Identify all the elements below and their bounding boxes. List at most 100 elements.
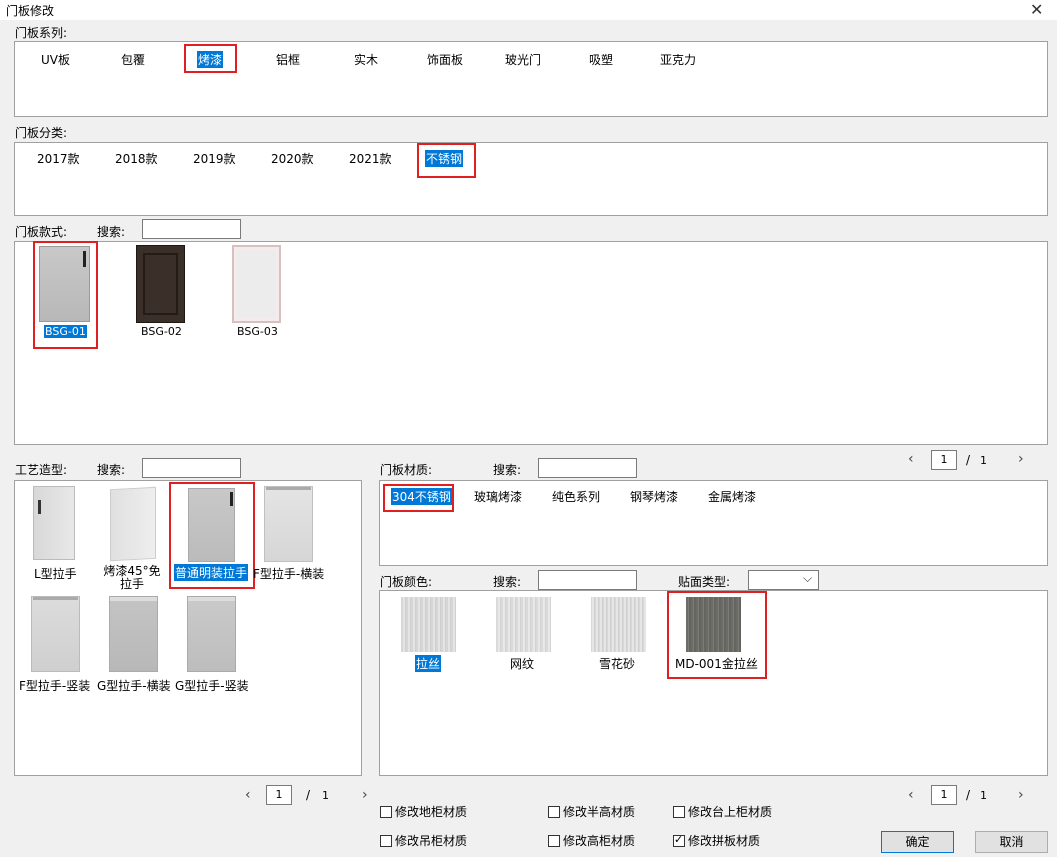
checkbox-label: 修改高柜材质: [563, 834, 636, 848]
craft-label: 工艺造型:: [15, 463, 68, 477]
craft-caption-f-h[interactable]: F型拉手-横装: [253, 565, 324, 582]
color-search-input[interactable]: [538, 570, 637, 590]
craft-caption-45[interactable]: 烤漆45°免拉手: [99, 565, 165, 591]
series-item-shimu[interactable]: 实木: [354, 51, 378, 68]
checkbox-label: 修改台上柜材质: [688, 805, 773, 819]
color-thumb-lasi[interactable]: [401, 597, 456, 652]
series-item-uv[interactable]: UV板: [41, 51, 70, 68]
title-bar: [0, 0, 1057, 20]
series-item-shimianban[interactable]: 饰面板: [427, 51, 463, 68]
series-label: 门板系列:: [15, 26, 68, 40]
style-search-input[interactable]: [142, 219, 241, 239]
checkbox-box[interactable]: [673, 805, 685, 818]
color-page-total: 1: [980, 789, 987, 802]
cancel-button[interactable]: 取消: [975, 831, 1048, 853]
series-item-baofu[interactable]: 包覆: [121, 51, 145, 68]
handle-icon: [38, 500, 41, 514]
color-thumb-xuehuasha[interactable]: [591, 597, 646, 652]
style-page-input[interactable]: 1: [931, 450, 957, 470]
category-panel: [14, 142, 1048, 216]
chevron-right-icon[interactable]: ›: [1018, 787, 1024, 803]
checkbox-box[interactable]: [380, 834, 392, 847]
craft-thumb-f-h[interactable]: [264, 486, 313, 562]
material-search-label: 搜索:: [493, 463, 522, 477]
finish-type-label: 贴面类型:: [678, 575, 731, 589]
checkbox-label: 修改拼板材质: [688, 834, 761, 848]
craft-page-input[interactable]: 1: [266, 785, 292, 805]
panel-inset-icon: [237, 250, 276, 318]
checkbox-tall-cabinet[interactable]: 修改高柜材质: [548, 832, 635, 849]
style-page-sep: /: [966, 453, 971, 467]
craft-thumb-l[interactable]: [33, 486, 75, 560]
category-item-2019[interactable]: 2019款: [193, 150, 236, 167]
chevron-right-icon[interactable]: ›: [1018, 451, 1024, 467]
category-item-2017[interactable]: 2017款: [37, 150, 80, 167]
style-caption-bsg02[interactable]: BSG-02: [141, 325, 182, 338]
ok-button[interactable]: 确定: [881, 831, 954, 853]
panel-inset-icon: [143, 253, 178, 315]
checkbox-counter-top[interactable]: 修改台上柜材质: [673, 803, 772, 820]
material-item-glass[interactable]: 玻璃烤漆: [474, 488, 522, 505]
chevron-right-icon[interactable]: ›: [362, 787, 368, 803]
series-item-yakeli[interactable]: 亚克力: [660, 51, 696, 68]
chevron-left-icon[interactable]: ‹: [908, 451, 914, 467]
color-thumb-wangwen[interactable]: [496, 597, 551, 652]
craft-caption-g-h[interactable]: G型拉手-横装: [97, 677, 171, 694]
craft-caption-g-v[interactable]: G型拉手-竖装: [175, 677, 249, 694]
color-search-label: 搜索:: [493, 575, 522, 589]
material-item-piano[interactable]: 钢琴烤漆: [630, 488, 678, 505]
handle-icon: [266, 487, 311, 490]
category-item-2021[interactable]: 2021款: [349, 150, 392, 167]
color-caption-xuehuasha[interactable]: 雪花砂: [599, 655, 635, 672]
color-label: 门板颜色:: [380, 575, 433, 589]
color-page-input[interactable]: 1: [931, 785, 957, 805]
handle-icon: [188, 597, 235, 601]
style-caption-bsg01[interactable]: BSG-01: [44, 325, 87, 338]
chevron-left-icon[interactable]: ‹: [908, 787, 914, 803]
craft-thumb-g-v[interactable]: [187, 596, 236, 672]
category-label: 门板分类:: [15, 126, 68, 140]
style-page-total: 1: [980, 454, 987, 467]
material-item-solid[interactable]: 纯色系列: [552, 488, 600, 505]
checkbox-half-height[interactable]: 修改半高材质: [548, 803, 635, 820]
style-search-label: 搜索:: [97, 225, 126, 239]
material-item-metal[interactable]: 金属烤漆: [708, 488, 756, 505]
category-item-2018[interactable]: 2018款: [115, 150, 158, 167]
style-caption-bsg03[interactable]: BSG-03: [237, 325, 278, 338]
handle-icon: [83, 251, 86, 267]
chevron-down-icon[interactable]: ⌵: [803, 571, 812, 586]
category-item-stainless[interactable]: 不锈钢: [425, 150, 464, 167]
craft-search-input[interactable]: [142, 458, 241, 478]
color-caption-lasi[interactable]: 拉丝: [415, 655, 442, 672]
craft-caption-normal[interactable]: 普通明装拉手: [174, 564, 249, 581]
color-caption-wangwen[interactable]: 网纹: [510, 655, 534, 672]
material-label: 门板材质:: [380, 463, 433, 477]
craft-caption-l[interactable]: L型拉手: [34, 565, 77, 582]
series-item-xisu[interactable]: 吸塑: [589, 51, 613, 68]
checkbox-box[interactable]: [548, 834, 560, 847]
material-item-304[interactable]: 304不锈钢: [391, 488, 452, 505]
checkbox-box[interactable]: [380, 805, 392, 818]
material-search-input[interactable]: [538, 458, 637, 478]
category-item-2020[interactable]: 2020款: [271, 150, 314, 167]
checkbox-box-checked[interactable]: [673, 833, 685, 847]
handle-icon: [230, 492, 233, 506]
series-item-boguangmen[interactable]: 玻光门: [505, 51, 541, 68]
color-page-sep: /: [966, 788, 971, 802]
craft-thumb-45[interactable]: [110, 486, 156, 562]
color-thumb-md001[interactable]: [686, 597, 741, 652]
checkbox-label: 修改半高材质: [563, 805, 636, 819]
checkbox-wall-cabinet[interactable]: 修改吊柜材质: [380, 832, 467, 849]
series-item-lvkuang[interactable]: 铝框: [276, 51, 300, 68]
craft-thumb-normal[interactable]: [188, 488, 235, 562]
craft-thumb-f-v[interactable]: [31, 596, 80, 672]
checkbox-box[interactable]: [548, 805, 560, 818]
close-icon[interactable]: ✕: [1030, 0, 1043, 19]
chevron-left-icon[interactable]: ‹: [245, 787, 251, 803]
craft-caption-f-v[interactable]: F型拉手-竖装: [19, 677, 90, 694]
color-caption-md001[interactable]: MD-001金拉丝: [675, 655, 758, 672]
series-item-kaoqi[interactable]: 烤漆: [197, 51, 224, 68]
checkbox-base-cabinet[interactable]: 修改地柜材质: [380, 803, 467, 820]
craft-thumb-g-h[interactable]: [109, 596, 158, 672]
checkbox-panel-board[interactable]: 修改拼板材质: [673, 832, 760, 849]
